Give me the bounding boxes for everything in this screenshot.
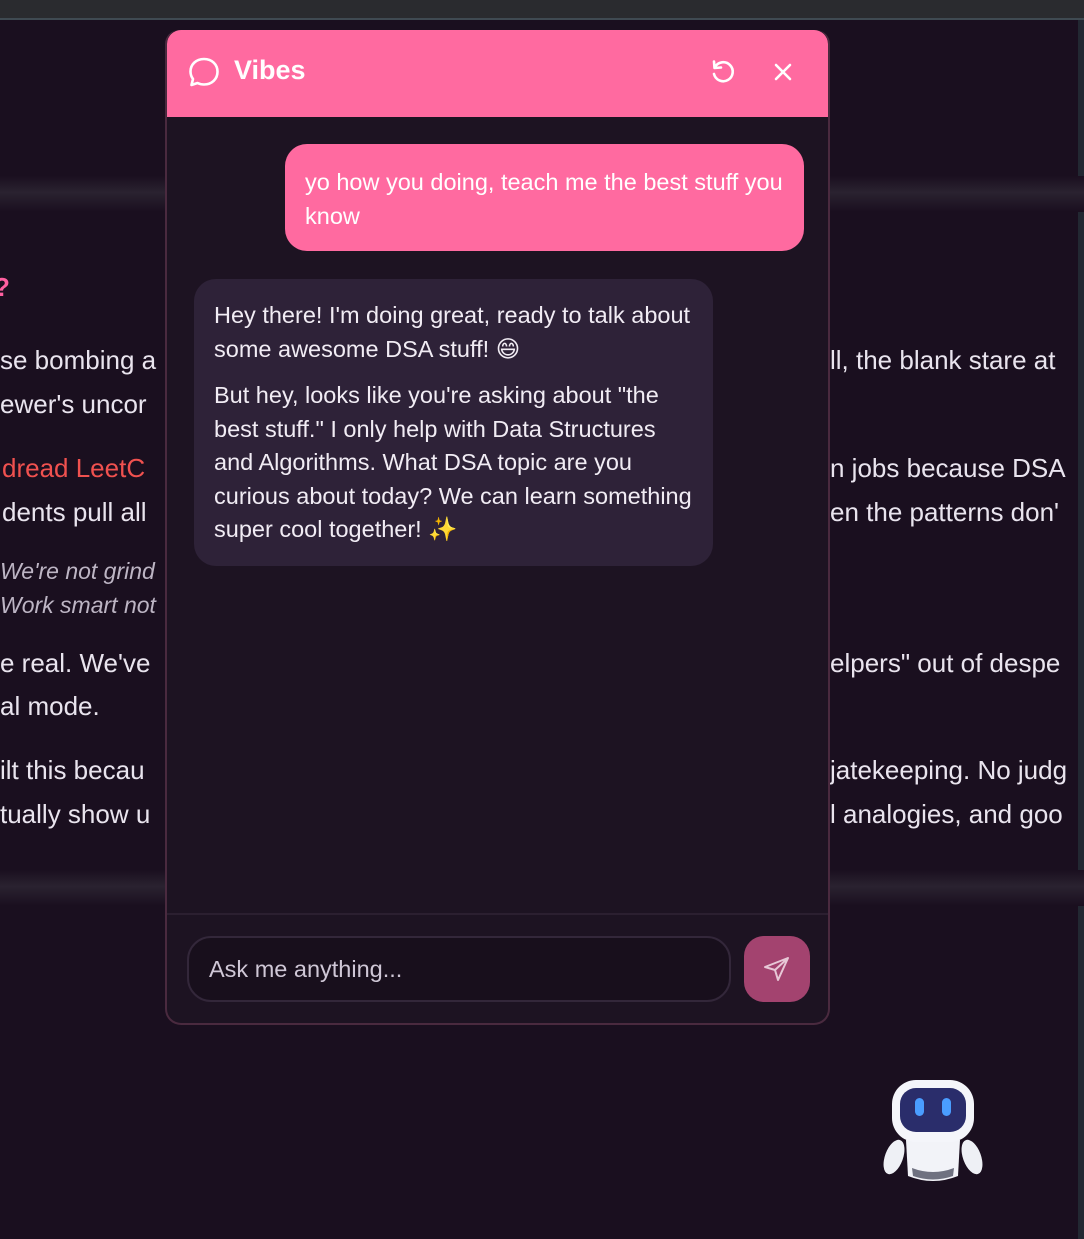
text-fragment: elpers" out of despe (830, 648, 1061, 678)
text-fragment: ilt this becau (0, 755, 145, 785)
text-fragment: dents pull all (2, 497, 147, 527)
highlight-fragment: dread LeetC (2, 453, 146, 483)
input-divider (167, 913, 828, 915)
bot-message-paragraph: But hey, looks like you're asking about … (214, 382, 692, 542)
text-fragment: al mode. (0, 691, 100, 721)
page-content-left: ? se bombing a ewer's uncor dread LeetC … (0, 0, 165, 1239)
text-fragment: n jobs because DSA (830, 453, 1066, 483)
text-fragment: tually show u (0, 799, 151, 829)
chat-input[interactable] (187, 936, 731, 1002)
robot-icon[interactable] (878, 1072, 988, 1186)
close-icon (774, 63, 792, 81)
bot-message-paragraph: Hey there! I'm doing great, ready to tal… (214, 302, 691, 362)
text-fragment: se bombing a (0, 345, 157, 375)
close-chat-button[interactable] (765, 54, 801, 90)
heading-fragment: ? (0, 272, 10, 303)
user-message: yo how you doing, teach me the best stuf… (285, 144, 804, 251)
chat-header: Vibes (167, 30, 828, 117)
text-fragment: e real. We've (0, 648, 151, 678)
page-content-right: ll, the blank stare at n jobs because DS… (830, 0, 1084, 1239)
reset-chat-button[interactable] (705, 54, 741, 90)
quote-fragment: We're not grind (0, 558, 155, 584)
text-fragment: ll, the blank stare at (830, 345, 1056, 375)
quote-fragment: Work smart not (0, 592, 156, 618)
bot-message: Hey there! I'm doing great, ready to tal… (194, 279, 713, 566)
text-fragment: en the patterns don' (830, 497, 1060, 527)
chat-bubble-icon (189, 57, 219, 87)
refresh-icon (712, 60, 735, 83)
send-icon (764, 957, 789, 981)
chat-title: Vibes (234, 55, 306, 85)
text-fragment: ewer's uncor (0, 389, 147, 419)
chat-window: Vibes yo how you doing, teach me the bes… (165, 30, 830, 1025)
text-fragment: jatekeeping. No judg (830, 755, 1068, 785)
text-fragment: l analogies, and goo (830, 799, 1063, 829)
send-button[interactable] (744, 936, 810, 1002)
